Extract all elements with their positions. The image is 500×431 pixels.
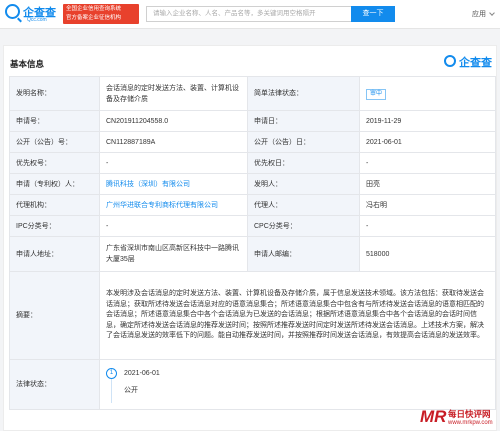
timeline-date: 2021-06-01 bbox=[124, 369, 160, 377]
promo-line-2: 官方备案企业征信机构 bbox=[66, 15, 122, 21]
applicant-link[interactable]: 腾讯科技（深圳）有限公司 bbox=[106, 181, 190, 188]
timeline-index: 1 bbox=[106, 367, 117, 379]
watermark-text: 企查查 bbox=[459, 57, 492, 69]
address-value: 广东省深圳市南山区高新区科技中一路腾讯大厦35层 bbox=[99, 236, 248, 272]
legal-status-brief-cell: 审中 bbox=[359, 76, 496, 111]
logo-domain: Qcc.com bbox=[27, 17, 47, 23]
site-watermark-logo: MR 每日快评网 www.mrkpw.com bbox=[420, 407, 500, 431]
address-label: 申请人地址： bbox=[9, 236, 100, 272]
applicant-cell: 腾讯科技（深圳）有限公司 bbox=[99, 173, 248, 195]
search-input[interactable]: 请输入企业名称、人名、产品名等，多关键词用空格隔开 bbox=[146, 6, 351, 22]
abstract-label: 摘要： bbox=[9, 271, 100, 360]
section-title: 基本信息 bbox=[10, 59, 45, 69]
patent-info-table: 发明名称： 会话消息的定时发送方法、装置、计算机设备及存储介质 简单法律状态： … bbox=[9, 76, 496, 410]
table-row: 申请人地址： 广东省深圳市南山区高新区科技中一路腾讯大厦35层 申请人邮编： 5… bbox=[9, 236, 496, 272]
timeline-connector bbox=[111, 378, 112, 403]
application-number-label: 申请号： bbox=[9, 110, 100, 132]
priority-date-value: - bbox=[359, 152, 496, 174]
watermark-site-name: 每日快评网 bbox=[448, 409, 491, 419]
table-row: 摘要： 本发明涉及会话消息的定时发送方法、装置、计算机设备及存储介质，属于信息发… bbox=[9, 271, 496, 360]
ipc-label: IPC分类号： bbox=[9, 215, 100, 237]
agent-value: 冯右明 bbox=[359, 194, 496, 216]
publication-number-label: 公开（公告）号： bbox=[9, 131, 100, 153]
table-row: 优先权号： - 优先权日： - bbox=[9, 152, 496, 174]
postcode-value: 518000 bbox=[359, 236, 496, 272]
legal-status-brief-label: 简单法律状态： bbox=[247, 76, 360, 111]
watermark-site-url: www.mrkpw.com bbox=[448, 420, 493, 426]
ipc-value: - bbox=[99, 215, 248, 237]
cpc-label: CPC分类号： bbox=[247, 215, 360, 237]
timeline-item: 1 2021-06-01 公开 bbox=[106, 363, 489, 407]
agency-label: 代理机构： bbox=[9, 194, 100, 216]
promo-line-1: 全国企业信用查询系统 bbox=[66, 6, 122, 12]
app-menu[interactable]: 应用 bbox=[472, 9, 486, 19]
cpc-value: - bbox=[359, 215, 496, 237]
promo-banner[interactable]: 全国企业信用查询系统 官方备案企业征信机构 bbox=[63, 4, 139, 24]
legal-status-label: 法律状态： bbox=[9, 359, 100, 410]
top-bar: 企查查 Qcc.com 全国企业信用查询系统 官方备案企业征信机构 请输入企业名… bbox=[0, 0, 500, 29]
chevron-down-icon[interactable] bbox=[489, 10, 495, 16]
table-row: 代理机构： 广州华进联合专利商标代理有限公司 代理人： 冯右明 bbox=[9, 194, 496, 216]
status-badge: 审中 bbox=[366, 88, 387, 100]
table-row: 申请号： CN201911204558.0 申请日： 2019-11-29 bbox=[9, 110, 496, 132]
table-row: 公开（公告）号： CN112887189A 公开（公告）日： 2021-06-0… bbox=[9, 131, 496, 153]
application-date-value: 2019-11-29 bbox=[359, 110, 496, 132]
inventor-label: 发明人： bbox=[247, 173, 360, 195]
table-row: 法律状态： 1 2021-06-01 公开 bbox=[9, 359, 496, 410]
watermark-mark: MR bbox=[420, 407, 447, 426]
postcode-label: 申请人邮编： bbox=[247, 236, 360, 272]
publication-date-label: 公开（公告）日： bbox=[247, 131, 360, 153]
qcc-watermark: 企查查 bbox=[444, 54, 496, 70]
search-button[interactable]: 查一下 bbox=[351, 6, 395, 22]
agency-cell: 广州华进联合专利商标代理有限公司 bbox=[99, 194, 248, 216]
agency-link[interactable]: 广州华进联合专利商标代理有限公司 bbox=[106, 202, 218, 209]
application-number-value: CN201911204558.0 bbox=[99, 110, 248, 132]
invention-name-value: 会话消息的定时发送方法、装置、计算机设备及存储介质 bbox=[99, 76, 248, 111]
table-row: IPC分类号： - CPC分类号： - bbox=[9, 215, 496, 237]
invention-name-label: 发明名称： bbox=[9, 76, 100, 111]
applicant-label: 申请（专利权）人： bbox=[9, 173, 100, 195]
watermark-logo-icon bbox=[444, 55, 456, 67]
table-row: 申请（专利权）人： 腾讯科技（深圳）有限公司 发明人： 田亮 bbox=[9, 173, 496, 195]
priority-number-label: 优先权号： bbox=[9, 152, 100, 174]
qcc-logo[interactable]: 企查查 Qcc.com bbox=[5, 4, 61, 24]
agent-label: 代理人： bbox=[247, 194, 360, 216]
legal-status-timeline: 1 2021-06-01 公开 bbox=[99, 359, 496, 410]
magnifier-logo-icon bbox=[5, 4, 20, 19]
application-date-label: 申请日： bbox=[247, 110, 360, 132]
publication-date-value: 2021-06-01 bbox=[359, 131, 496, 153]
timeline-event: 公开 bbox=[124, 386, 138, 394]
priority-number-value: - bbox=[99, 152, 248, 174]
table-row: 发明名称： 会话消息的定时发送方法、装置、计算机设备及存储介质 简单法律状态： … bbox=[9, 76, 496, 111]
publication-number-value: CN112887189A bbox=[99, 131, 248, 153]
priority-date-label: 优先权日： bbox=[247, 152, 360, 174]
inventor-value: 田亮 bbox=[359, 173, 496, 195]
abstract-value: 本发明涉及会话消息的定时发送方法、装置、计算机设备及存储介质，属于信息发送技术领… bbox=[99, 271, 496, 360]
